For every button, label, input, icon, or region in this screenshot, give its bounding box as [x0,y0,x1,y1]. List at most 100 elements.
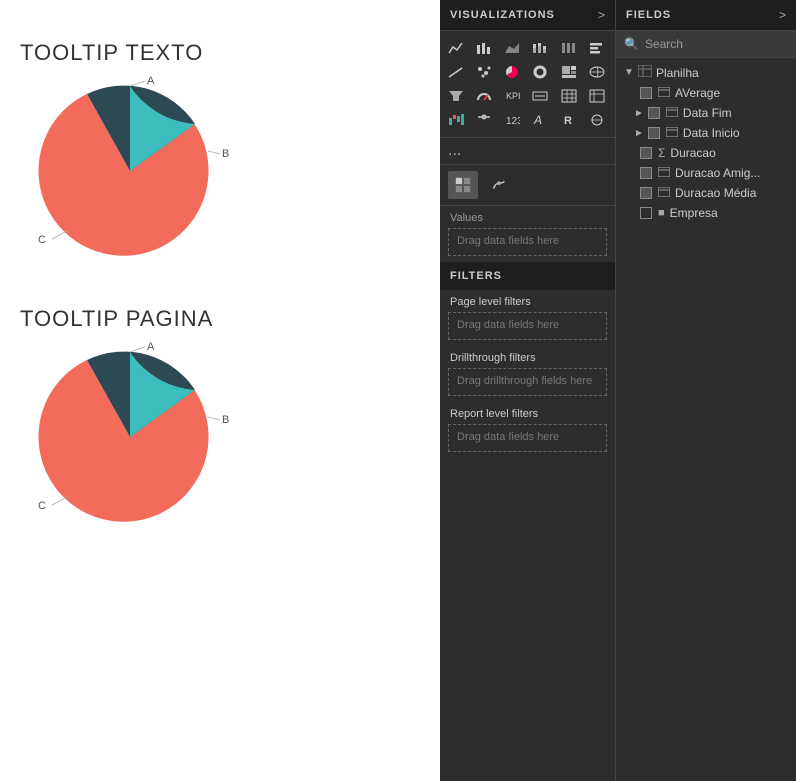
viz-format-button[interactable] [484,171,514,199]
viz-icon-funnel[interactable] [444,85,468,107]
viz-icon-r[interactable]: R [557,109,581,131]
viz-icon-area[interactable] [500,37,524,59]
page-level-filters-label: Page level filters [440,290,615,310]
viz-icon-donut[interactable] [528,61,552,83]
visualizations-header: VISUALIZATIONS > [440,0,615,31]
field-average-name: AVerage [675,86,720,100]
fields-group-planilha[interactable]: ▼ Planilha [616,62,796,83]
drillthrough-filters-label: Drillthrough filters [440,346,615,366]
expand-chevron-icon2: ► [634,128,644,139]
svg-text:A: A [147,342,155,353]
viz-icons-grid: KPI 123 A R [440,31,615,138]
field-duracao-name: Duracao [670,146,715,160]
field-empresa-name: Empresa [670,206,718,220]
field-datainicio-name: Data Inicio [683,126,740,140]
svg-text:123: 123 [506,116,520,127]
tooltip-texto-section: TOOLTIP TEXTO A B C [20,40,420,276]
viz-format-row [440,165,615,206]
field-table-icon [658,87,670,100]
tooltip-texto-chart[interactable]: A B C [20,76,240,276]
viz-icon-bar[interactable] [472,37,496,59]
filters-section: FILTERS Page level filters Drag data fie… [440,262,615,781]
viz-icon-table[interactable] [557,85,581,107]
viz-icon-treemap[interactable] [557,61,581,83]
viz-icon-waterfall[interactable] [444,109,468,131]
field-duracaomedia-name: Duracao Média [675,186,756,200]
report-level-filters-label: Report level filters [440,402,615,422]
list-item[interactable]: ■ Empresa [616,203,796,223]
list-item[interactable]: ► Data Inicio [616,123,796,143]
field-table-icon4 [658,167,670,180]
list-item[interactable]: Σ Duracao [616,143,796,163]
list-item[interactable]: Duracao Amig... [616,163,796,183]
svg-text:C: C [38,500,46,512]
viz-icon-globe[interactable] [585,109,609,131]
viz-icon-line[interactable] [444,37,468,59]
tooltip-texto-title: TOOLTIP TEXTO [20,40,203,66]
fields-search-bar[interactable]: 🔍 [616,31,796,58]
field-check-datainicio [648,127,660,139]
svg-text:A: A [533,113,542,127]
canvas-area: TOOLTIP TEXTO A B C [0,0,440,781]
viz-more-button[interactable]: ... [440,138,615,165]
viz-icon-number[interactable]: 123 [500,109,524,131]
expand-chevron-icon: ► [634,108,644,119]
field-check-duracaoamig [640,167,652,179]
sigma-icon: Σ [658,146,665,160]
fields-chevron[interactable]: > [779,8,786,22]
fields-header: FIELDS > [616,0,796,31]
viz-icon-stacked-bar[interactable] [528,37,552,59]
viz-icon-card[interactable] [528,85,552,107]
list-item[interactable]: ► Data Fim [616,103,796,123]
checkbox-icon: ■ [658,207,665,219]
page-level-filters-drop[interactable]: Drag data fields here [448,312,607,340]
viz-icon-gauge[interactable] [472,85,496,107]
viz-icon-matrix[interactable] [585,85,609,107]
viz-icon-100bar[interactable] [557,37,581,59]
visualizations-title: VISUALIZATIONS [450,9,555,21]
field-check-duracao [640,147,652,159]
visualizations-chevron[interactable]: > [598,8,605,22]
viz-icon-text[interactable]: A [528,109,552,131]
fields-title: FIELDS [626,9,671,21]
field-table-icon3 [666,127,678,140]
svg-text:B: B [222,414,229,426]
tooltip-pagina-title: TOOLTIP PAGINA [20,306,213,332]
filters-header: FILTERS [440,262,615,290]
tooltip-pagina-section: TOOLTIP PAGINA A B C [20,306,420,542]
viz-icon-line2[interactable] [444,61,468,83]
svg-text:B: B [222,148,229,160]
viz-icon-pie[interactable] [500,61,524,83]
field-check-average [640,87,652,99]
report-level-filters-drop[interactable]: Drag data fields here [448,424,607,452]
group-chevron-icon: ▼ [624,67,634,78]
field-duracaoamig-name: Duracao Amig... [675,166,760,180]
search-icon: 🔍 [624,37,639,51]
drillthrough-filters-drop[interactable]: Drag drillthrough fields here [448,368,607,396]
fields-tree: ▼ Planilha AVerage ► [616,58,796,781]
table-icon [638,65,652,80]
viz-icon-map[interactable] [585,61,609,83]
field-table-icon2 [666,107,678,120]
viz-icon-scatter[interactable] [472,61,496,83]
viz-icon-kpi[interactable]: KPI [500,85,524,107]
viz-fields-button[interactable] [448,171,478,199]
search-input[interactable] [645,37,788,51]
viz-icon-hbar[interactable] [585,37,609,59]
svg-text:A: A [147,76,155,87]
tooltip-pagina-chart[interactable]: A B C [20,342,240,542]
fields-panel: FIELDS > 🔍 ▼ Planilha AVerage [616,0,796,781]
viz-values-drop[interactable]: Drag data fields here [448,228,607,256]
viz-icon-slicer[interactable] [472,109,496,131]
list-item[interactable]: Duracao Média [616,183,796,203]
field-check-empresa [640,207,652,219]
field-datafim-name: Data Fim [683,106,732,120]
svg-text:C: C [38,234,46,246]
svg-text:R: R [564,115,572,127]
list-item[interactable]: AVerage [616,83,796,103]
viz-values-label: Values [440,206,615,226]
group-name: Planilha [656,66,699,80]
svg-text:KPI: KPI [506,91,520,101]
field-check-datafim [648,107,660,119]
visualizations-panel: VISUALIZATIONS > [440,0,616,781]
